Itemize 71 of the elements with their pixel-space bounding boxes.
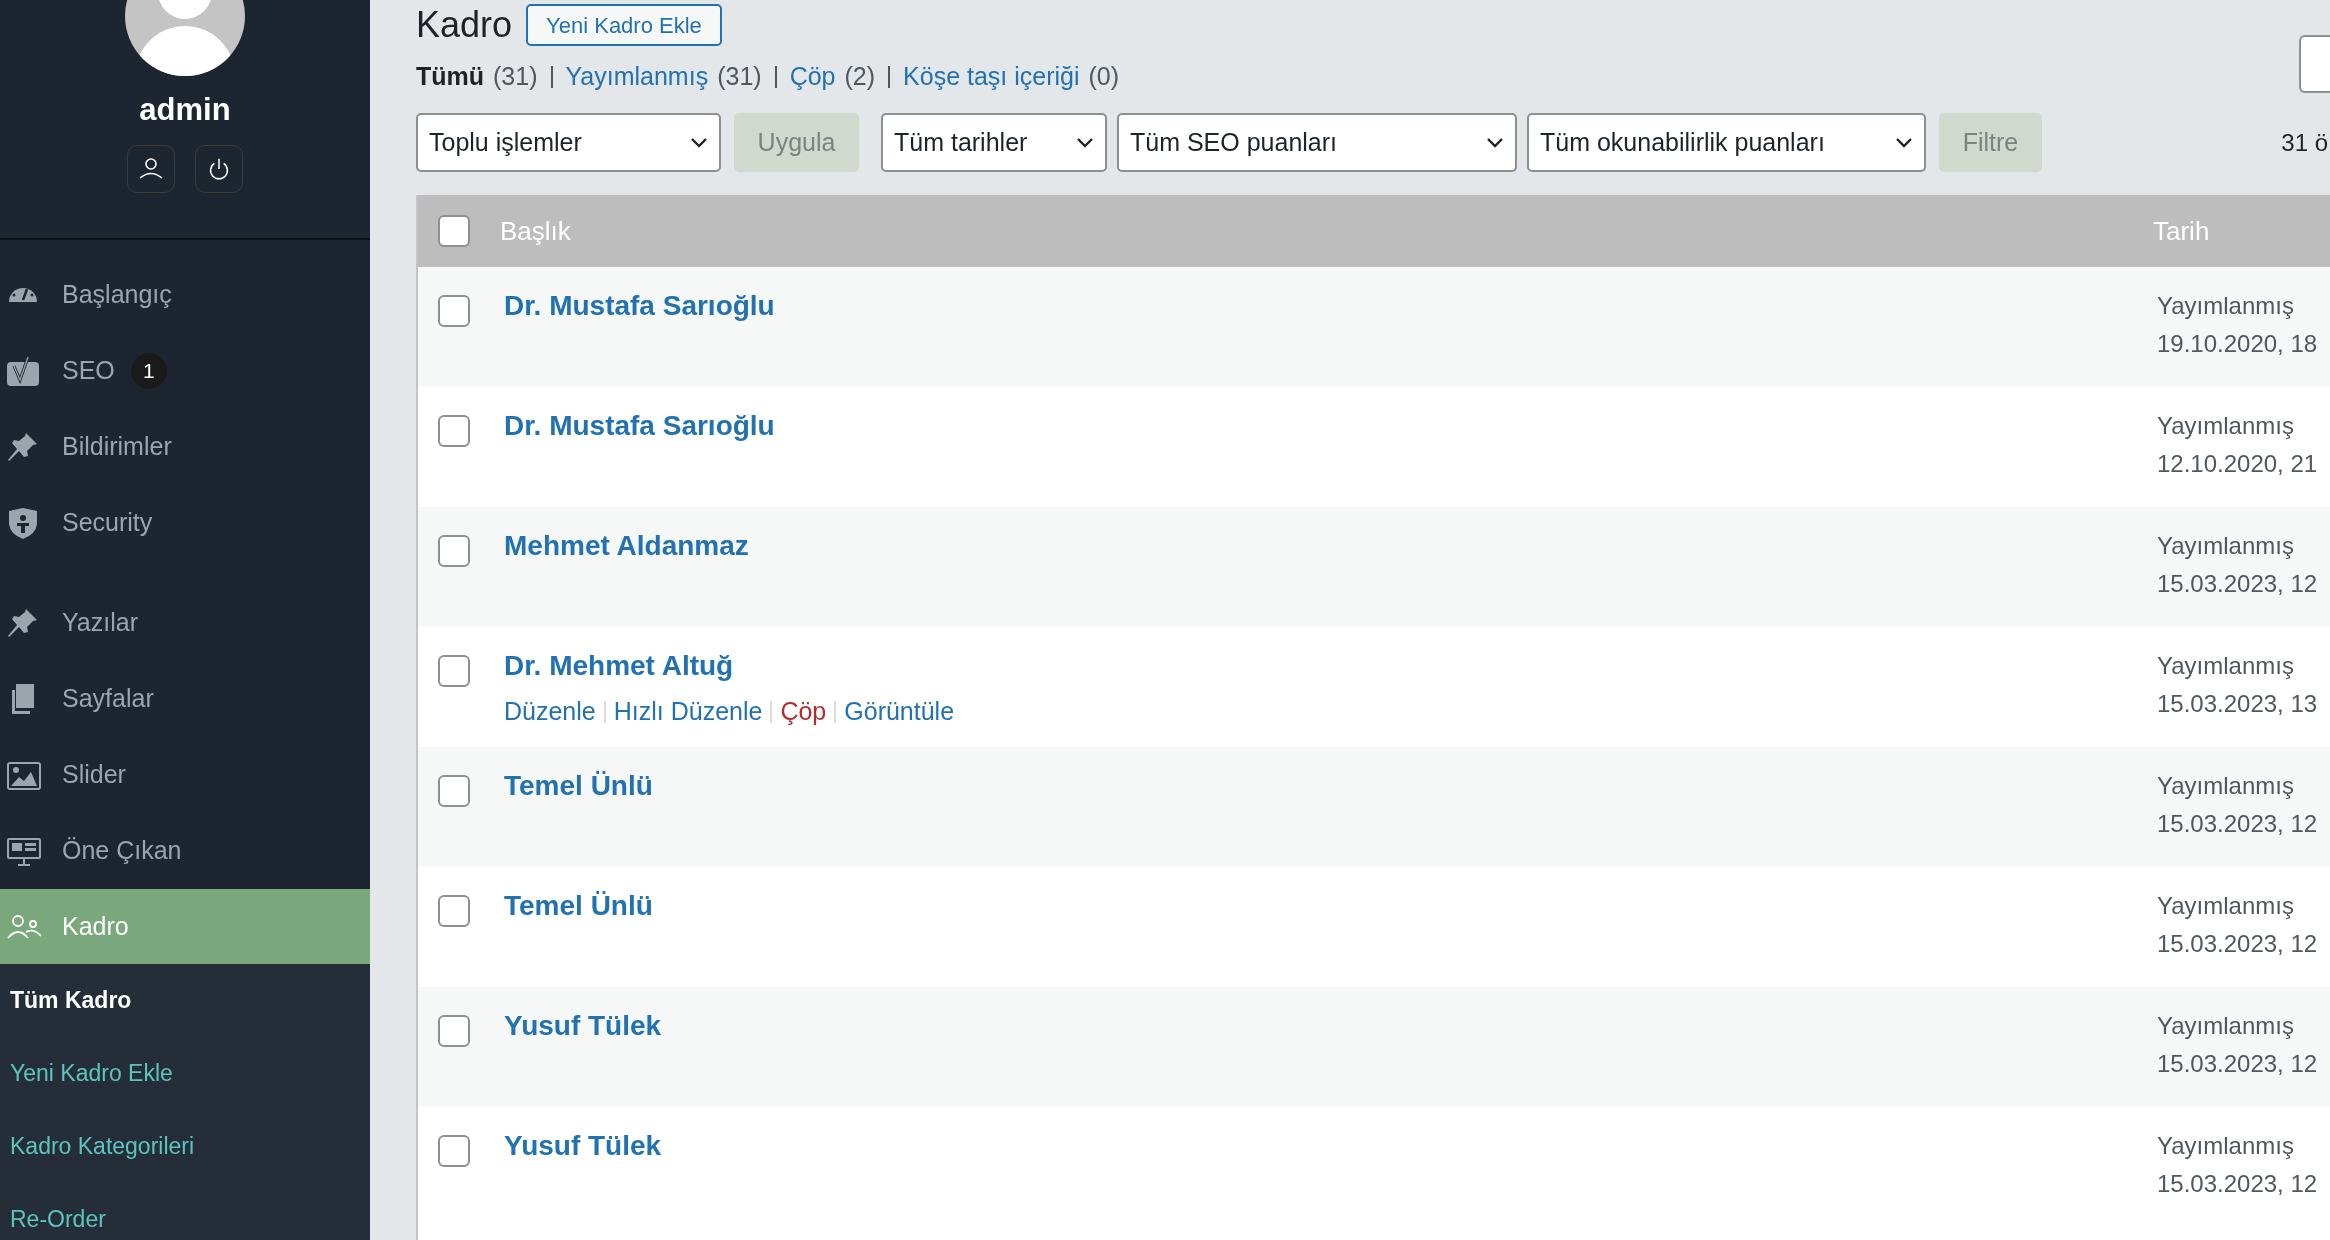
checkbox[interactable] <box>438 655 470 687</box>
view-link[interactable]: Yayımlanmış <box>565 58 709 96</box>
search-field[interactable] <box>2299 35 2330 93</box>
status-text: Yayımlanmış <box>2157 1131 2295 1161</box>
view-count: (31) <box>717 61 762 93</box>
date-text: 19.10.2020, 18 <box>2157 329 2318 359</box>
status-text: Yayımlanmış <box>2157 651 2295 681</box>
filter-dropdown[interactable]: Tüm okunabilirlik puanları <box>1527 113 1926 172</box>
profile-button[interactable] <box>127 145 175 193</box>
checkbox[interactable] <box>438 1135 470 1167</box>
date-text: 15.03.2023, 13 <box>2157 689 2318 719</box>
logout-button[interactable] <box>195 145 243 193</box>
title-link[interactable]: Dr. Mehmet Altuğ <box>504 647 734 685</box>
date-text: 15.03.2023, 12 <box>2157 809 2318 839</box>
view-link[interactable]: Çöp <box>789 58 836 96</box>
checkbox[interactable] <box>438 1015 470 1047</box>
title-link[interactable]: Yusuf Tülek <box>504 1007 662 1045</box>
title-link[interactable]: Temel Ünlü <box>504 887 653 925</box>
seo-icon <box>6 354 42 388</box>
status-text: Yayımlanmış <box>2157 531 2295 561</box>
status-text: Yayımlanmış <box>2157 891 2295 921</box>
checkbox[interactable] <box>438 535 470 567</box>
row-action-link[interactable]: Çöp <box>780 693 827 731</box>
user-name: admin <box>139 91 231 129</box>
page-title: Kadro <box>416 3 513 47</box>
row-action-link[interactable]: Hızlı Düzenle <box>613 693 763 731</box>
status-text: Yayımlanmış <box>2157 771 2295 801</box>
filter-dropdown[interactable]: Tüm SEO puanları <box>1117 113 1517 172</box>
status-text: Yayımlanmış <box>2157 1011 2295 1041</box>
view-link[interactable]: Tümü <box>416 58 485 96</box>
title-link[interactable]: Dr. Mustafa Sarıoğlu <box>504 407 775 445</box>
title-link[interactable]: Mehmet Aldanmaz <box>504 527 749 565</box>
menu-item[interactable]: Yazılar <box>0 585 370 661</box>
row-action-link[interactable]: Görüntüle <box>844 693 955 731</box>
menu-item[interactable]: Başlangıç <box>0 257 370 333</box>
menu-item[interactable]: Slider <box>0 737 370 813</box>
date-text: 12.10.2020, 21 <box>2157 449 2318 479</box>
status-text: Yayımlanmış <box>2157 411 2295 441</box>
view-count: (0) <box>1088 61 1120 93</box>
date-text: 15.03.2023, 12 <box>2157 569 2318 599</box>
submenu-item[interactable]: Re-Order <box>0 1183 370 1240</box>
checkbox[interactable] <box>438 895 470 927</box>
menu-item[interactable]: Bildirimler <box>0 409 370 485</box>
menu-item[interactable]: Öne Çıkan <box>0 813 370 889</box>
date-text: 15.03.2023, 12 <box>2157 929 2318 959</box>
title-link[interactable]: Temel Ünlü <box>504 767 653 805</box>
status-text: Yayımlanmış <box>2157 291 2295 321</box>
title-link[interactable]: Dr. Mustafa Sarıoğlu <box>504 287 775 325</box>
item-count: 31 ö <box>2281 127 2329 158</box>
checkbox[interactable] <box>438 415 470 447</box>
view-count: (31) <box>493 61 538 93</box>
date-text: 15.03.2023, 12 <box>2157 1049 2318 1079</box>
date-text: 15.03.2023, 12 <box>2157 1169 2318 1199</box>
add-new-button[interactable]: Yeni Kadro Ekle <box>526 4 722 46</box>
view-count: (2) <box>844 61 876 93</box>
row-action-link[interactable]: Düzenle <box>504 693 596 731</box>
checkbox[interactable] <box>438 295 470 327</box>
submenu-item[interactable]: Kadro Kategorileri <box>0 1110 370 1183</box>
menu-item[interactable]: SEO 1 <box>0 333 370 409</box>
submenu-item[interactable]: Tüm Kadro <box>0 964 370 1037</box>
menu-item[interactable]: Kadro <box>0 889 370 964</box>
view-link[interactable]: Köşe taşı içeriği <box>903 58 1080 96</box>
menu-item[interactable]: Sayfalar <box>0 661 370 737</box>
menu-item[interactable]: Security <box>0 485 370 561</box>
title-link[interactable]: Yusuf Tülek <box>504 1127 662 1165</box>
submenu-item[interactable]: Yeni Kadro Ekle <box>0 1037 370 1110</box>
count-badge: 1 <box>130 353 167 389</box>
filter-dropdown[interactable]: Tüm tarihler <box>881 113 1107 172</box>
filter-dropdown[interactable]: Toplu işlemler <box>416 113 721 172</box>
checkbox[interactable] <box>438 215 470 247</box>
checkbox[interactable] <box>438 775 470 807</box>
